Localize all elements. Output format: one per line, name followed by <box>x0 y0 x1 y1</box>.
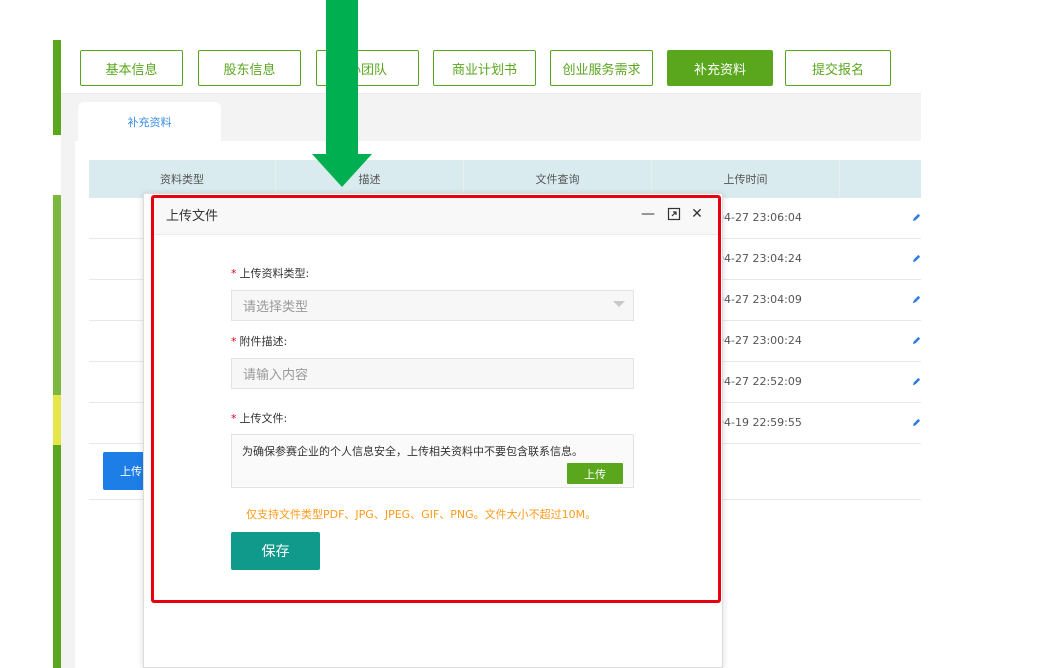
tab-supplementary[interactable]: 补充资料 <box>667 50 773 86</box>
tab-basic-info[interactable]: 基本信息 <box>80 50 183 86</box>
arrow-shaft <box>326 0 358 156</box>
strip-segment <box>53 395 61 445</box>
tab-submit[interactable]: 提交报名 <box>785 50 891 86</box>
left-sidebar-strip <box>53 40 61 668</box>
edit-pencil-icon[interactable] <box>912 213 921 222</box>
highlight-frame <box>151 195 721 603</box>
tab-shareholder-info[interactable]: 股东信息 <box>198 50 301 86</box>
strip-segment <box>53 40 61 135</box>
edit-pencil-icon[interactable] <box>912 336 921 345</box>
tab-service-needs[interactable]: 创业服务需求 <box>550 50 653 86</box>
tab-business-plan[interactable]: 商业计划书 <box>433 50 536 86</box>
arrow-down-icon <box>312 154 372 187</box>
row-upload-time: 04-27 23:06:04 <box>717 211 802 224</box>
strip-segment <box>53 195 61 395</box>
edit-pencil-icon[interactable] <box>912 418 921 427</box>
row-upload-time: 04-19 22:59:55 <box>717 416 802 429</box>
subtab-supplementary[interactable]: 补充资料 <box>78 102 221 142</box>
row-upload-time: 04-27 23:00:24 <box>717 334 802 347</box>
edit-pencil-icon[interactable] <box>912 295 921 304</box>
step-tab-bar: 基本信息 股东信息 心团队 商业计划书 创业服务需求 补充资料 提交报名 <box>61 40 921 94</box>
strip-segment <box>53 135 61 195</box>
edit-pencil-icon[interactable] <box>912 254 921 263</box>
row-upload-time: 04-27 22:52:09 <box>717 375 802 388</box>
edit-pencil-icon[interactable] <box>912 377 921 386</box>
row-upload-time: 04-27 23:04:24 <box>717 252 802 265</box>
screen: 基本信息 股东信息 心团队 商业计划书 创业服务需求 补充资料 提交报名 补充资… <box>0 0 1058 668</box>
row-upload-time: 04-27 23:04:09 <box>717 293 802 306</box>
